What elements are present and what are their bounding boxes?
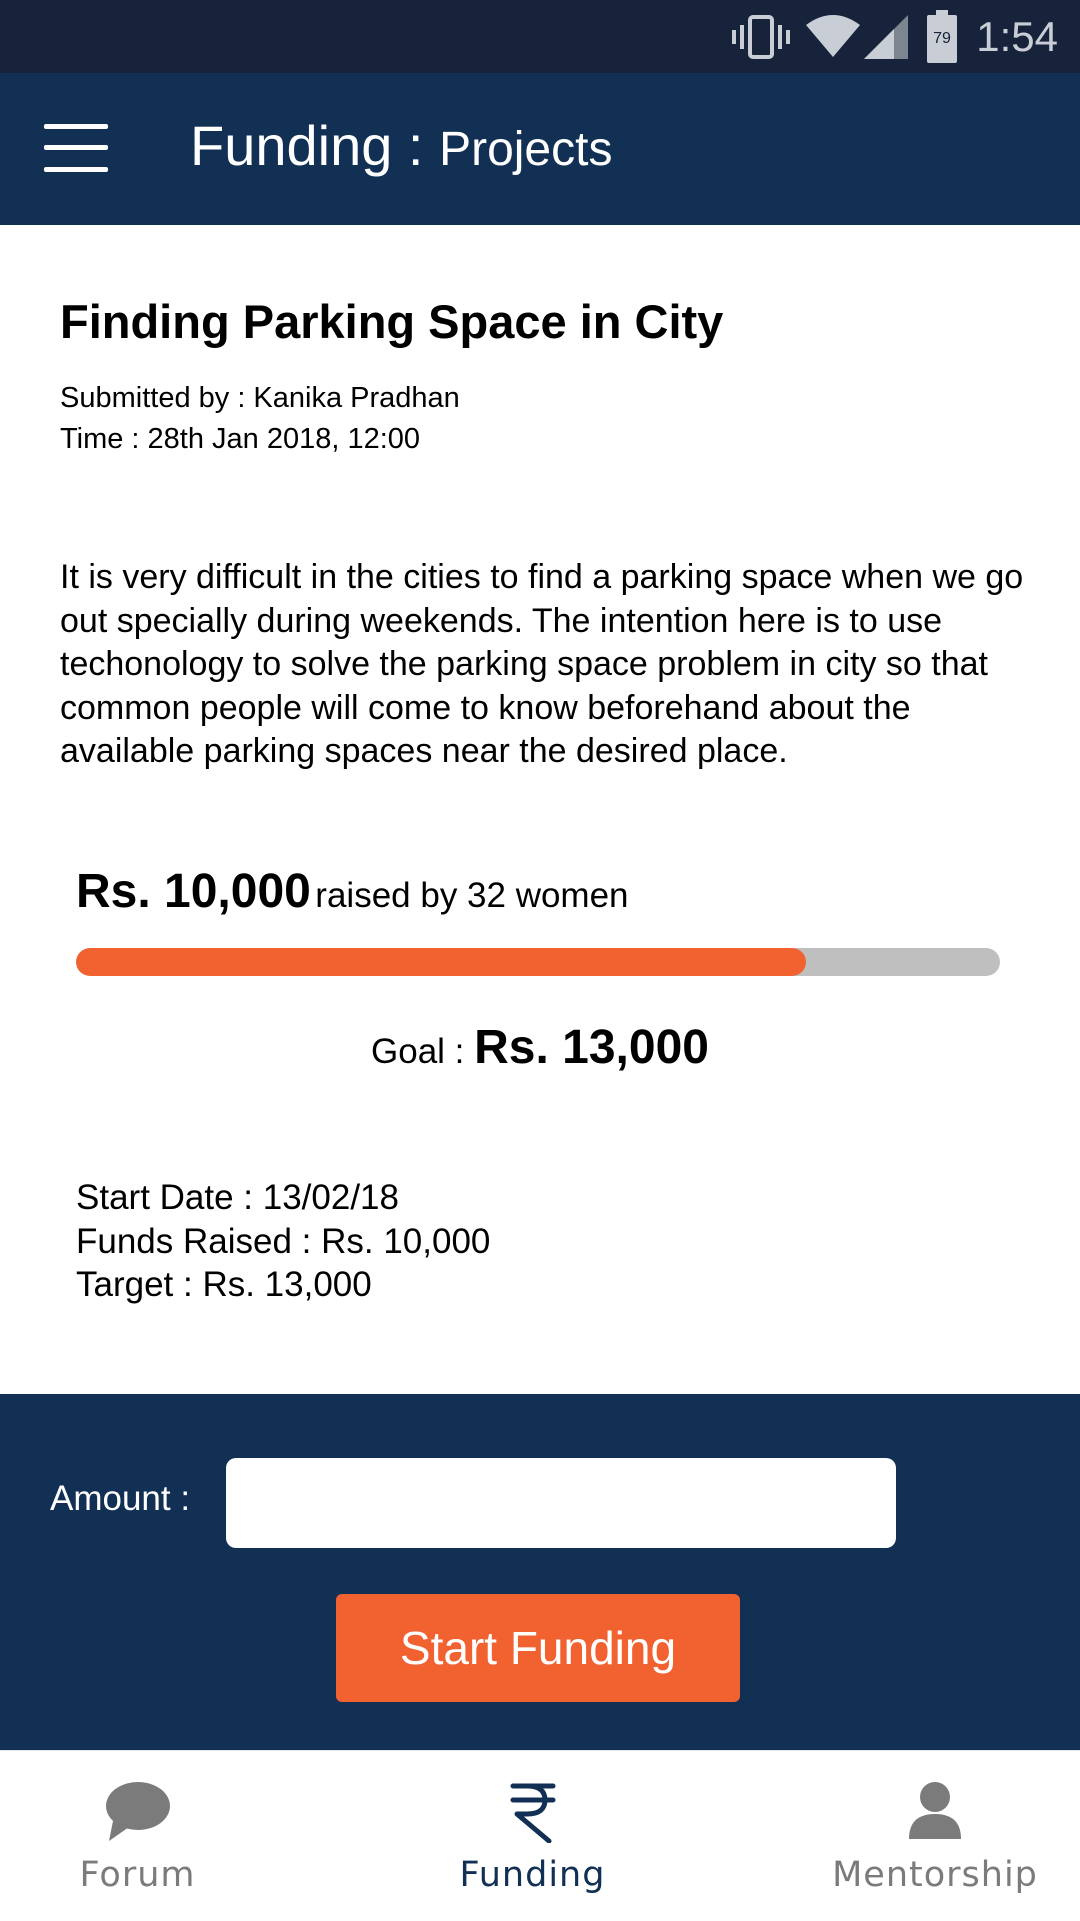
bottom-nav: Forum Funding Mentorship (0, 1750, 1080, 1921)
nav-item-forum[interactable]: Forum (40, 1751, 235, 1921)
goal: Goal : Rs. 13,000 (0, 1020, 1080, 1075)
project-meta: Submitted by : Kanika Pradhan Time : 28t… (60, 378, 460, 460)
nav-item-mentorship[interactable]: Mentorship (820, 1751, 1050, 1921)
battery-level-text: 79 (933, 30, 951, 47)
nav-label-funding: Funding (459, 1855, 606, 1895)
start-date: Start Date : 13/02/18 (76, 1178, 399, 1217)
submitted-by: Submitted by : Kanika Pradhan (60, 382, 460, 414)
page-title-main: Funding (190, 114, 393, 177)
amount-input[interactable] (226, 1458, 896, 1548)
raised-by: raised by 32 women (315, 876, 629, 915)
page-title: Funding : Projects (190, 113, 612, 178)
raised-amount: Rs. 10,000 (76, 865, 311, 918)
status-bar: 79 1:54 (0, 0, 1080, 73)
funding-form-panel: Amount : Start Funding (0, 1394, 1080, 1750)
goal-label: Goal : (371, 1032, 475, 1071)
person-icon (909, 1782, 961, 1839)
goal-value: Rs. 13,000 (474, 1021, 709, 1074)
nav-label-forum: Forum (79, 1855, 196, 1895)
start-funding-button[interactable]: Start Funding (336, 1594, 740, 1702)
signal-icon (864, 15, 909, 59)
project-title: Finding Parking Space in City (60, 295, 724, 348)
nav-item-funding[interactable]: Funding (440, 1751, 625, 1921)
raised-summary: Rs. 10,000 raised by 32 women (76, 864, 629, 919)
nav-label-mentorship: Mentorship (832, 1855, 1038, 1895)
wifi-icon (806, 15, 861, 57)
rupee-icon (510, 1783, 555, 1843)
vibrate-icon (732, 15, 791, 59)
project-description: It is very difficult in the cities to fi… (60, 558, 1024, 770)
submitted-time: Time : 28th Jan 2018, 12:00 (60, 423, 421, 455)
hamburger-menu-icon[interactable] (44, 124, 108, 172)
status-time: 1:54 (976, 13, 1058, 60)
target: Target : Rs. 13,000 (76, 1265, 372, 1304)
title-separator: : (392, 114, 440, 177)
funding-progress-fill (76, 948, 806, 976)
app-bar: Funding : Projects (0, 73, 1080, 225)
amount-label: Amount : (50, 1479, 191, 1518)
page-title-sub: Projects (439, 123, 613, 176)
funds-raised: Funds Raised : Rs. 10,000 (76, 1221, 491, 1261)
funding-progress-bar (76, 948, 1000, 976)
status-icons: 79 1:54 (732, 10, 1058, 64)
battery-icon: 79 (927, 10, 958, 63)
chat-bubble-icon (105, 1782, 170, 1841)
funding-stats: Start Date : 13/02/18 Funds Raised : Rs.… (76, 1176, 490, 1307)
